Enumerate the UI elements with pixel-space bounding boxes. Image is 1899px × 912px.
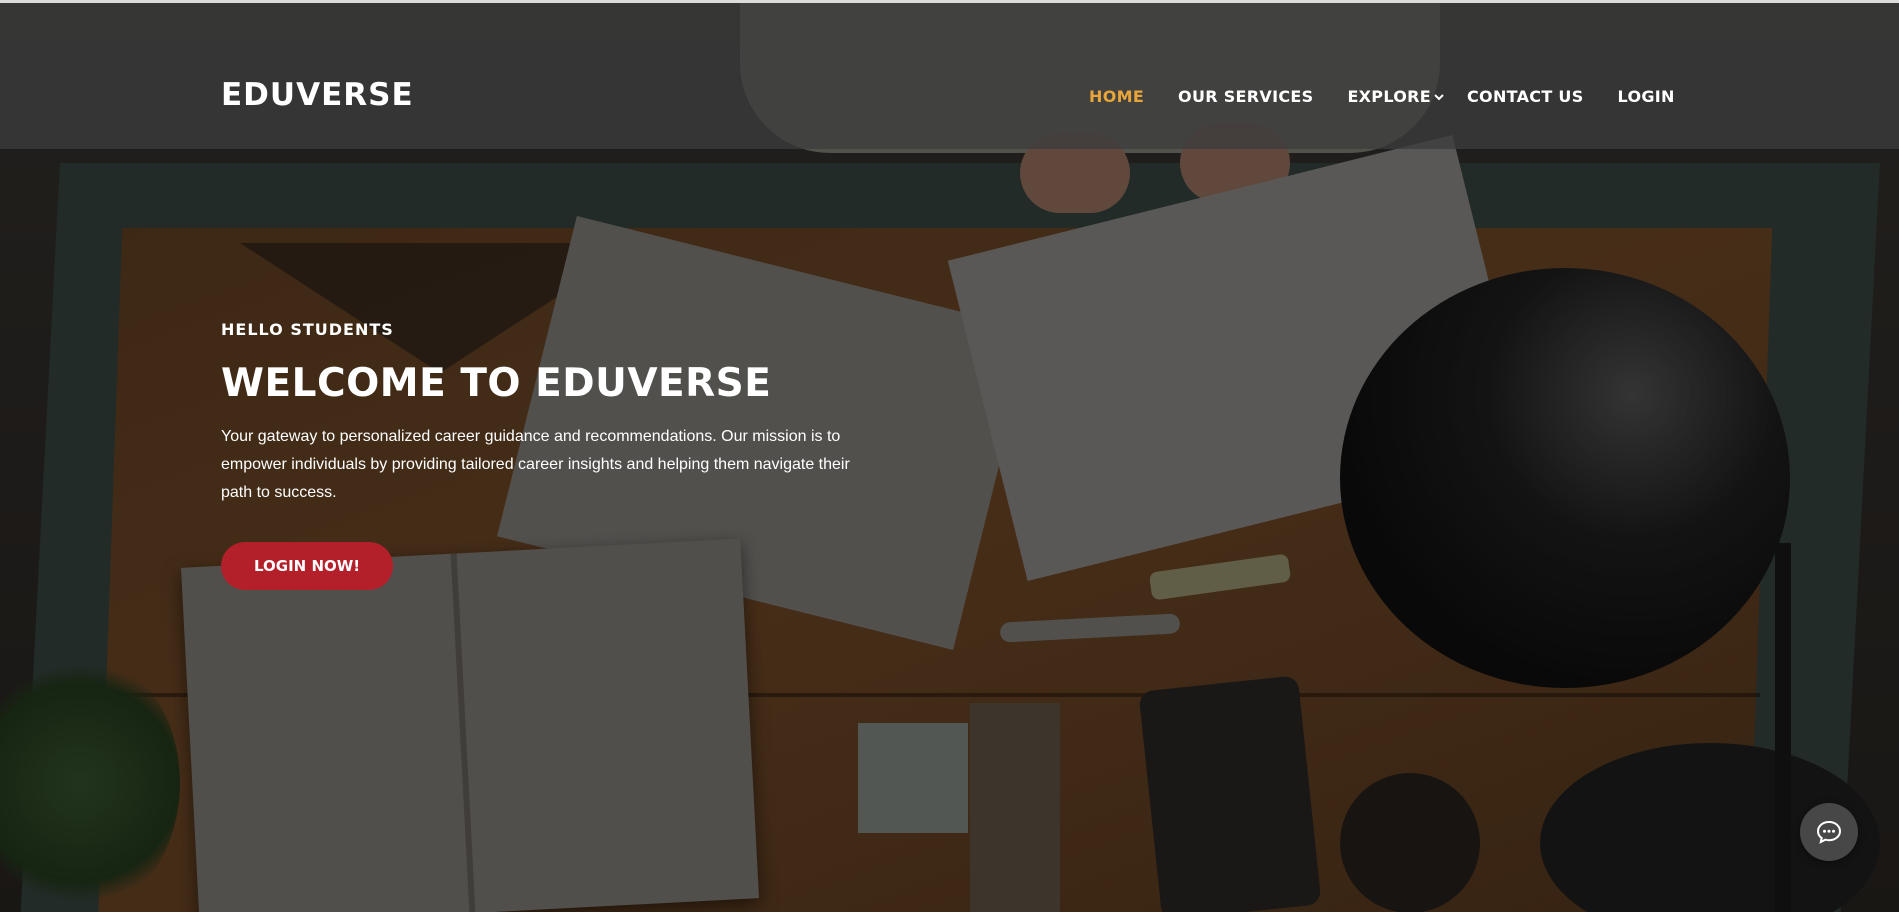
top-border	[0, 0, 1899, 3]
chevron-down-icon	[1434, 93, 1444, 100]
chat-widget-button[interactable]	[1800, 803, 1858, 861]
nav-login[interactable]: LOGIN	[1618, 87, 1675, 106]
site-header: EDUVERSE HOME OUR SERVICES EXPLORE CONTA…	[0, 3, 1899, 149]
hero-content: HELLO STUDENTS WELCOME TO EDUVERSE Your …	[221, 320, 861, 590]
hero-headline: WELCOME TO EDUVERSE	[221, 361, 772, 406]
brand-logo[interactable]: EDUVERSE	[221, 77, 414, 113]
chat-bubble-icon	[1816, 820, 1842, 844]
main-nav: HOME OUR SERVICES EXPLORE CONTACT US LOG…	[1089, 87, 1675, 106]
nav-explore[interactable]: EXPLORE	[1347, 87, 1445, 106]
hero-description: Your gateway to personalized career guid…	[221, 428, 850, 501]
nav-home[interactable]: HOME	[1089, 87, 1144, 106]
nav-contact-us[interactable]: CONTACT US	[1467, 87, 1584, 106]
nav-explore-label: EXPLORE	[1347, 87, 1432, 106]
login-now-button[interactable]: LOGIN NOW!	[221, 542, 394, 590]
nav-our-services[interactable]: OUR SERVICES	[1178, 87, 1313, 106]
hero-kicker: HELLO STUDENTS	[221, 320, 394, 339]
